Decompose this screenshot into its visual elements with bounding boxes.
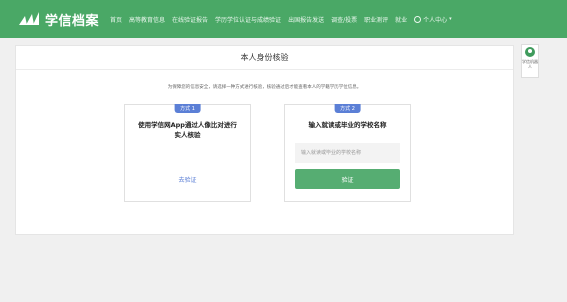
- nav-career-assessment[interactable]: 职业测评: [364, 15, 388, 24]
- identity-verification-card: 本人身份核验 为保障您的信息安全，请选择一种方式进行核验，核验通过后才能查看本人…: [15, 45, 514, 235]
- go-verify-link[interactable]: 去验证: [125, 175, 250, 184]
- logo[interactable]: 学信档案: [18, 10, 110, 29]
- logo-mark-icon: [19, 12, 39, 25]
- method-title: 使用学信网App通过人像比对进行实人核验: [138, 121, 237, 139]
- user-icon: [414, 15, 422, 23]
- top-navbar: 学信档案 首页 高等教育信息 在线验证报告 学历学位认证与成绩验证 出国报告发送…: [0, 0, 567, 38]
- chevron-down-icon: ▾: [449, 16, 452, 22]
- page-title: 本人身份核验: [16, 46, 513, 70]
- nav-degree-certification[interactable]: 学历学位认证与成绩验证: [215, 15, 281, 24]
- method-card-school: 方式 2 输入就读或毕业的学校名称 验证: [284, 104, 411, 202]
- method-title: 输入就读或毕业的学校名称: [308, 121, 387, 129]
- user-center-label: 个人中心: [423, 16, 448, 24]
- robot-icon: [525, 47, 535, 57]
- method-card-face: 方式 1 使用学信网App通过人像比对进行实人核验 去验证: [124, 104, 251, 202]
- method-badge: 方式 2: [334, 104, 361, 113]
- main-nav: 首页 高等教育信息 在线验证报告 学历学位认证与成绩验证 出国报告发送 调查/投…: [110, 15, 414, 24]
- assistant-widget[interactable]: 学信机器人: [521, 44, 539, 78]
- logo-text: 学信档案: [45, 13, 100, 29]
- user-center-menu[interactable]: 个人中心 ▾: [414, 15, 452, 24]
- nav-overseas-report[interactable]: 出国报告发送: [288, 15, 324, 24]
- nav-employment[interactable]: 就业: [395, 15, 407, 24]
- nav-higher-edu-info[interactable]: 高等教育信息: [129, 15, 165, 24]
- nav-online-verification-report[interactable]: 在线验证报告: [172, 15, 208, 24]
- nav-home[interactable]: 首页: [110, 15, 122, 24]
- nav-survey-vote[interactable]: 调查/投票: [331, 15, 357, 24]
- school-name-input[interactable]: [295, 143, 400, 163]
- notice-text: 为保障您的信息安全，请选择一种方式进行核验，核验通过后才能查看本人的学籍学历学位…: [167, 85, 362, 90]
- verify-button[interactable]: 验证: [295, 169, 400, 189]
- assistant-label: 学信机器人: [522, 59, 538, 69]
- method-badge: 方式 1: [174, 104, 201, 113]
